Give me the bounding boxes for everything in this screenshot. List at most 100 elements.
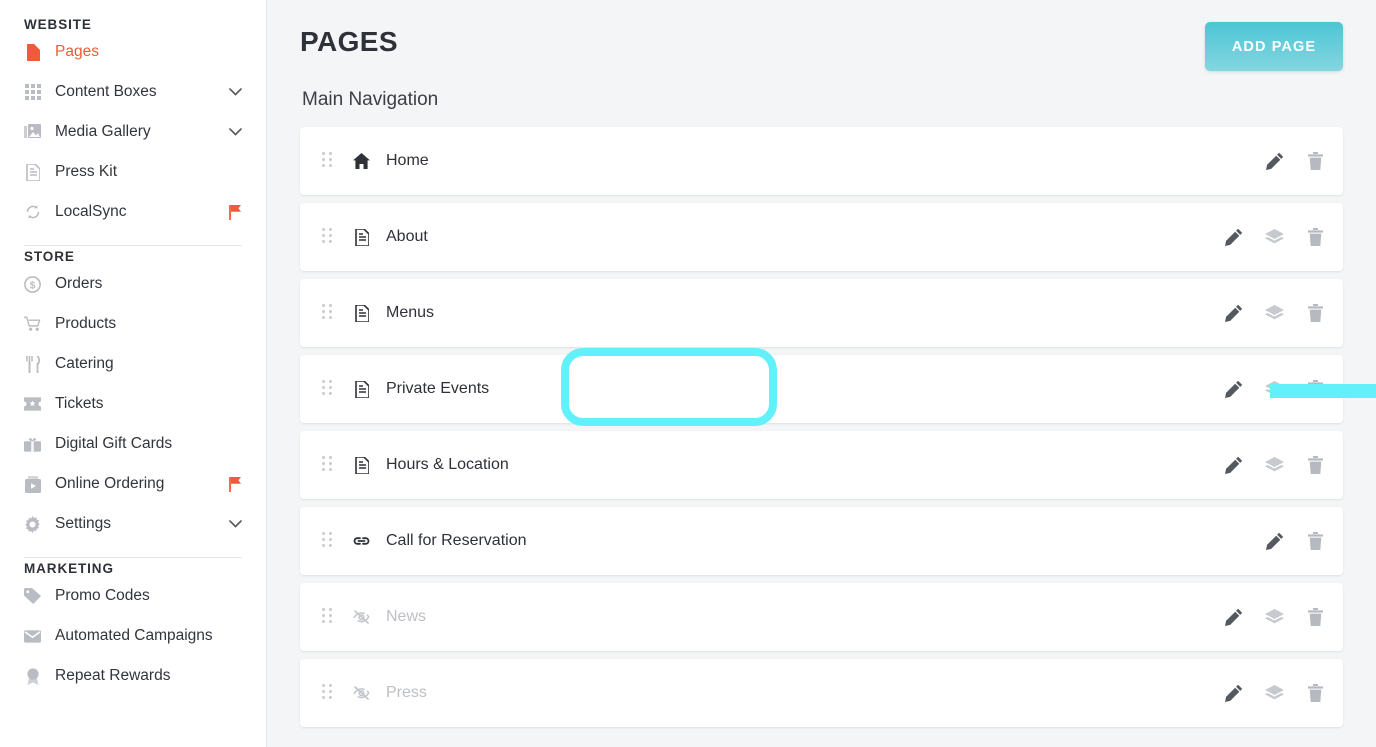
drag-handle-icon[interactable] [322,228,334,246]
edit-icon[interactable] [1224,684,1243,703]
sidebar-item-promo-codes[interactable]: Promo Codes [24,576,242,616]
award-icon [24,667,41,685]
utensils-icon [24,355,41,373]
sidebar-item-label: Products [55,315,117,332]
page-row[interactable]: About [300,203,1343,271]
trash-icon[interactable] [1306,152,1325,171]
layers-icon[interactable] [1265,608,1284,627]
layers-icon[interactable] [1265,380,1284,399]
sidebar-item-digital-gift-cards[interactable]: Digital Gift Cards [24,424,242,464]
drag-handle-icon[interactable] [322,304,334,322]
chevron-down-icon[interactable] [229,128,242,136]
sidebar-item-label: Catering [55,355,114,372]
edit-icon[interactable] [1265,532,1284,551]
page-row-label: Press [386,684,427,701]
trash-icon[interactable] [1306,304,1325,323]
trash-icon[interactable] [1306,608,1325,627]
sidebar-item-content-boxes[interactable]: Content Boxes [24,72,242,112]
sidebar-item-label: Orders [55,275,103,292]
sidebar-item-press-kit[interactable]: Press Kit [24,152,242,192]
sidebar-item-label: Digital Gift Cards [55,435,173,452]
row-actions [1224,456,1325,475]
dollar-circle-icon: $ [24,275,41,293]
page-row[interactable]: Home [300,127,1343,195]
drag-handle-icon[interactable] [322,684,334,702]
sidebar-section-store: STORE $ Orders Products Catering Tickets Digit… [24,246,242,544]
layers-icon[interactable] [1265,304,1284,323]
tag-icon [24,588,41,605]
page-row[interactable]: Menus [300,279,1343,347]
row-actions [1224,304,1325,323]
edit-icon[interactable] [1224,456,1243,475]
sidebar-item-label: Settings [55,515,112,532]
page-row[interactable]: Hours & Location [300,431,1343,499]
edit-icon[interactable] [1224,304,1243,323]
sidebar-section-title: STORE [24,249,75,264]
sidebar-item-label: Content Boxes [55,83,157,100]
page-row[interactable]: News [300,583,1343,651]
edit-icon[interactable] [1224,228,1243,247]
row-actions [1265,532,1325,551]
envelope-icon [24,628,41,645]
sidebar-item-settings[interactable]: Settings [24,504,242,544]
trash-icon[interactable] [1306,456,1325,475]
sidebar-section-title: MARKETING [24,561,114,576]
sidebar-item-label: LocalSync [55,203,127,220]
drag-handle-icon[interactable] [322,152,334,170]
layers-icon[interactable] [1265,684,1284,703]
page-row-label: Hours & Location [386,456,509,473]
row-actions [1224,228,1325,247]
sidebar-item-label: Repeat Rewards [55,667,171,684]
edit-icon[interactable] [1265,152,1284,171]
document-icon [353,304,370,322]
sidebar-item-label: Tickets [55,395,104,412]
page-row[interactable]: Call for Reservation [300,507,1343,575]
sidebar-section-marketing: MARKETING Promo Codes Automated Campaigns R… [24,558,242,696]
sidebar-item-automated-campaigns[interactable]: Automated Campaigns [24,616,242,656]
sidebar-item-catering[interactable]: Catering [24,344,242,384]
grid-icon [24,84,41,101]
sidebar-item-tickets[interactable]: Tickets [24,384,242,424]
sidebar-item-orders[interactable]: $ Orders [24,264,242,304]
sidebar-item-label: Promo Codes [55,587,150,604]
document-icon [353,380,370,398]
chevron-down-icon[interactable] [229,88,242,96]
trash-icon[interactable] [1306,684,1325,703]
layers-icon[interactable] [1265,228,1284,247]
chevron-down-icon[interactable] [229,520,242,528]
pages-list: Home About Menus Private Events Hours & Loca… [300,127,1343,727]
drag-handle-icon[interactable] [322,608,334,626]
drag-handle-icon[interactable] [322,532,334,550]
link-icon [353,532,370,550]
sidebar-item-pages[interactable]: Pages [24,32,242,72]
trash-icon[interactable] [1306,532,1325,551]
page-row[interactable]: Private Events [300,355,1343,423]
flag-icon [229,476,242,492]
flag-icon [229,204,242,220]
trash-icon[interactable] [1306,228,1325,247]
document-icon [353,456,370,474]
add-page-button[interactable]: ADD PAGE [1205,22,1343,71]
document-icon [353,228,370,246]
sidebar-item-media-gallery[interactable]: Media Gallery [24,112,242,152]
image-stack-icon [24,124,41,141]
page-row[interactable]: Press [300,659,1343,727]
edit-icon[interactable] [1224,608,1243,627]
sidebar-section-title: WEBSITE [24,17,92,32]
sidebar-item-localsync[interactable]: LocalSync [24,192,242,232]
layers-icon[interactable] [1265,456,1284,475]
section-subtitle: Main Navigation [302,89,439,110]
row-actions [1224,684,1325,703]
sidebar-item-online-ordering[interactable]: Online Ordering [24,464,242,504]
drag-handle-icon[interactable] [322,380,334,398]
row-actions [1265,152,1325,171]
drag-handle-icon[interactable] [322,456,334,474]
edit-icon[interactable] [1224,380,1243,399]
sync-icon [24,204,41,221]
row-actions [1224,380,1325,399]
document-icon [24,163,41,181]
sidebar-item-repeat-rewards[interactable]: Repeat Rewards [24,656,242,696]
eye-off-icon [353,684,370,702]
sidebar-item-products[interactable]: Products [24,304,242,344]
trash-icon[interactable] [1306,380,1325,399]
